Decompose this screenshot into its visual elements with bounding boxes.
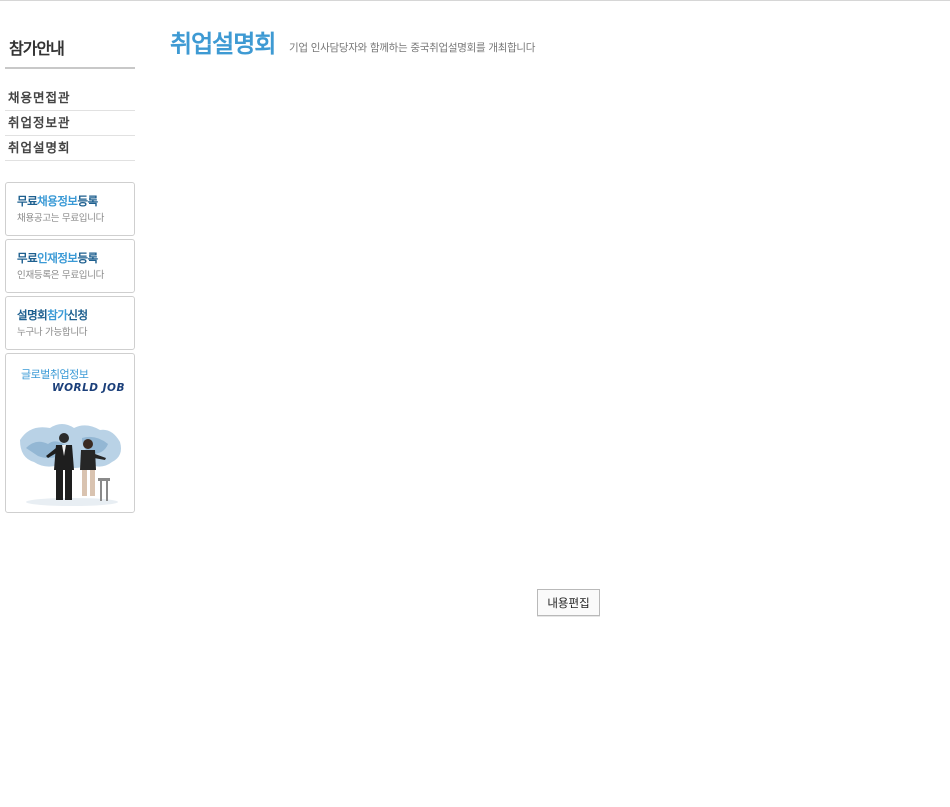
fair-apply-box[interactable]: 설명회참가신청 누구나 가능합니다 (5, 296, 135, 350)
box-title-part: 참가 (47, 308, 68, 322)
sidebar-item-recruit-interview[interactable]: 채용면접관 (5, 86, 135, 111)
world-job-banner[interactable]: 글로벌취업정보 WORLD JOB (5, 353, 135, 513)
box-title-part: 무료 (17, 194, 38, 208)
sidebar-title-divider (5, 67, 135, 69)
box-title-part: 등록 (77, 194, 99, 208)
edit-content-button[interactable]: 내용편집 (537, 589, 600, 616)
free-job-posting-title: 무료채용정보등록 (17, 193, 98, 209)
sidebar-item-job-info[interactable]: 취업정보관 (5, 111, 135, 136)
business-people-map-illustration (20, 424, 121, 506)
box-title-part: 설명회 (17, 308, 48, 322)
free-job-posting-subtitle: 채용공고는 무료입니다 (17, 213, 105, 224)
sidebar-item-job-fair[interactable]: 취업설명회 (5, 136, 135, 161)
free-talent-registration-title: 무료인재정보등록 (17, 250, 98, 266)
box-title-part: 신청 (67, 308, 88, 322)
free-talent-registration-box[interactable]: 무료인재정보등록 인재등록은 무료입니다 (5, 239, 135, 293)
fair-apply-subtitle: 누구나 가능합니다 (17, 327, 88, 338)
top-rule (0, 0, 950, 1)
free-job-posting-box[interactable]: 무료채용정보등록 채용공고는 무료입니다 (5, 182, 135, 236)
free-talent-registration-subtitle: 인재등록은 무료입니다 (17, 270, 105, 281)
box-title-part: 등록 (77, 251, 99, 265)
world-job-logo: WORLD JOB (52, 382, 125, 394)
box-title-part: 무료 (17, 251, 38, 265)
box-title-part: 인재정보 (37, 251, 78, 265)
banner-title: 글로벌취업정보 (21, 368, 89, 381)
sidebar-menu: 채용면접관 취업정보관 취업설명회 (5, 86, 135, 161)
fair-apply-title: 설명회참가신청 (17, 307, 88, 323)
page-title: 취업설명회 (170, 30, 276, 58)
sidebar-title: 참가안내 (9, 39, 65, 58)
page-subtitle: 기업 인사담당자와 함께하는 중국취업설명회를 개최합니다 (289, 42, 536, 54)
box-title-part: 채용정보 (37, 194, 78, 208)
